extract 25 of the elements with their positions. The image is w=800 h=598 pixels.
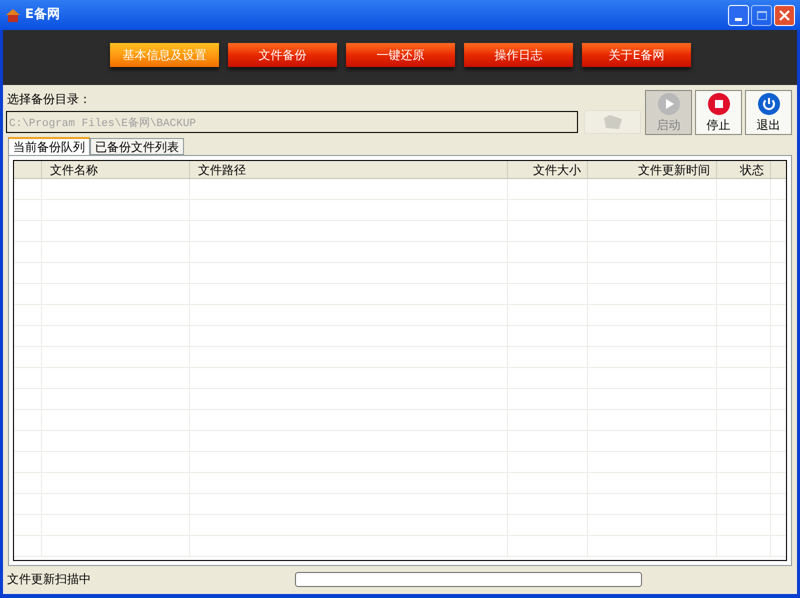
folder-icon [602,114,624,130]
backup-dir-label: 选择备份目录： [6,91,92,108]
stop-icon [706,92,730,116]
nav-button[interactable]: 操作日志 [464,43,573,67]
nav-button[interactable]: 一键还原 [346,43,455,67]
close-button[interactable] [774,4,795,26]
maximize-button[interactable] [751,4,772,26]
column-header[interactable]: 文件更新时间 [588,161,717,178]
power-icon [756,92,780,116]
close-icon [779,10,790,20]
tab[interactable]: 已备份文件列表 [90,138,184,155]
status-text: 文件更新扫描中 [7,571,92,588]
house-icon [5,7,21,23]
exit-button[interactable]: 退出 [745,90,792,135]
column-header[interactable]: 文件名称 [42,161,190,178]
tab[interactable]: 当前备份队列 [8,137,90,156]
play-icon [656,92,680,116]
column-header[interactable]: 状态 [717,161,771,178]
nav-button[interactable]: 文件备份 [228,43,337,67]
nav-button[interactable]: 关于E备网 [582,43,691,67]
column-header[interactable]: 文件大小 [508,161,588,178]
minimize-button[interactable] [728,4,749,26]
column-header[interactable]: 文件路径 [190,161,508,178]
stop-button[interactable]: 停止 [695,90,742,135]
window-title: E备网 [25,6,60,24]
